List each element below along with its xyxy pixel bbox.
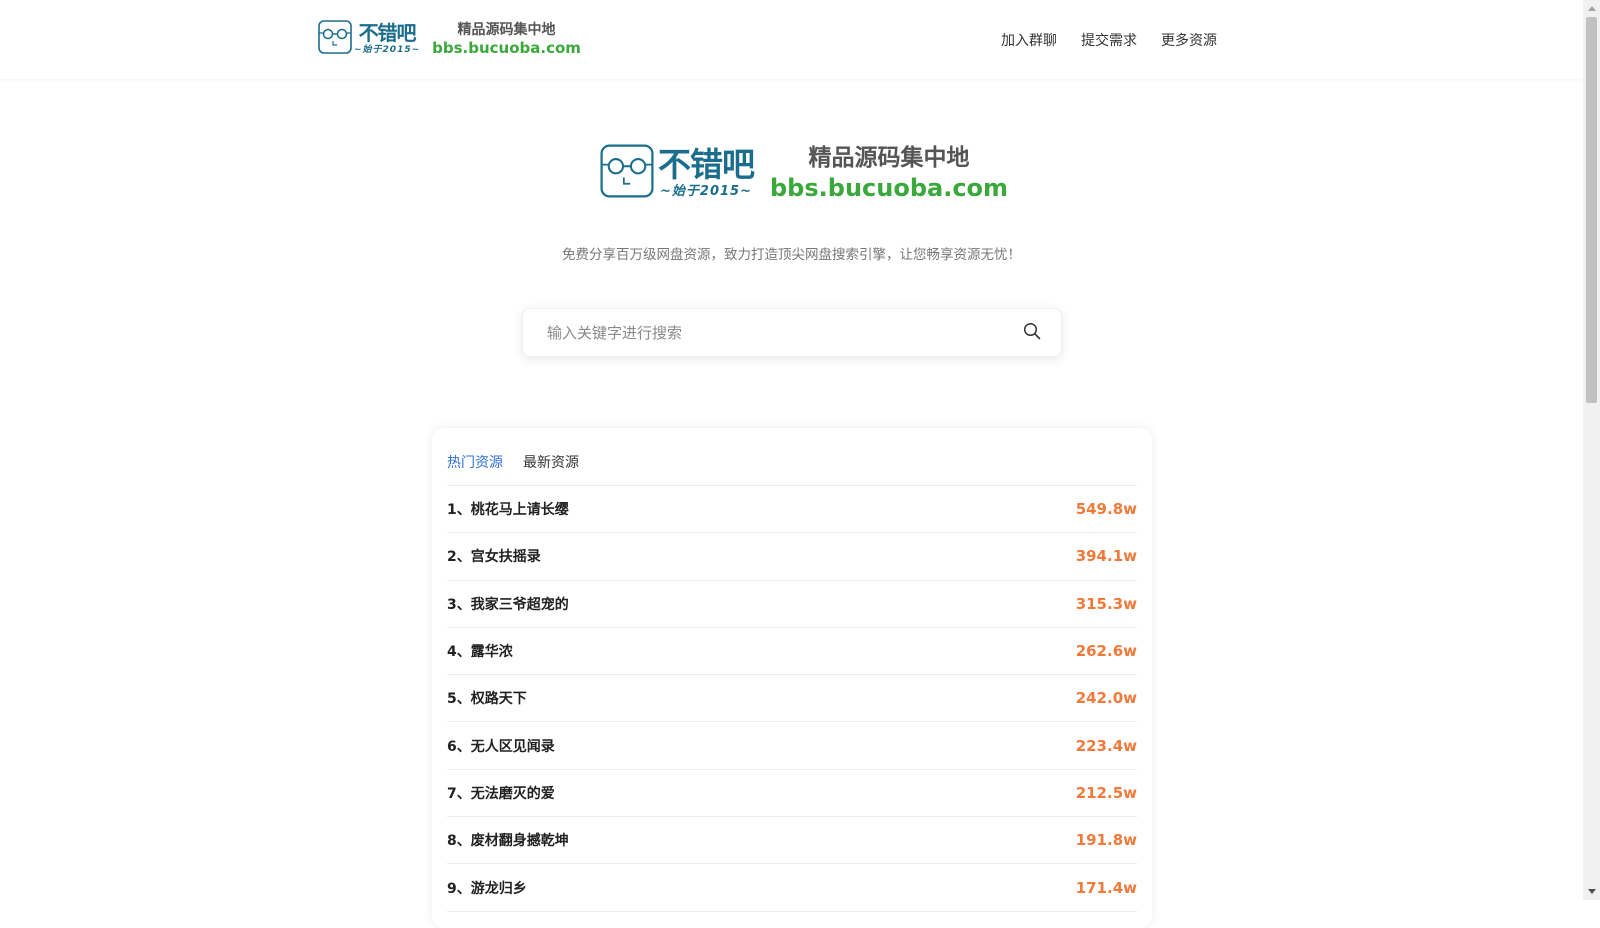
list-item[interactable]: 3、我家三爷超宠的 315.3w: [447, 581, 1137, 628]
logo-since: ~始于2015~: [354, 45, 421, 55]
item-count: 242.0w: [1075, 689, 1137, 708]
list-item[interactable]: 4、露华浓 262.6w: [447, 628, 1137, 676]
item-count: 549.8w: [1075, 500, 1137, 519]
hero-tagline: 精品源码集中地: [808, 144, 970, 171]
nav-join-group[interactable]: 加入群聊: [1001, 30, 1057, 50]
hero-wordmark: 不错吧: [658, 145, 755, 184]
resource-tabs: 热门资源 最新资源: [447, 452, 579, 472]
list-item[interactable]: 1、桃花马上请长缨 549.8w: [447, 486, 1137, 534]
item-title[interactable]: 8、废材翻身撼乾坤: [447, 830, 569, 850]
item-count: 223.4w: [1075, 736, 1137, 755]
site-slogan: 免费分享百万级网盘资源，致力打造顶尖网盘搜索引擎，让您畅享资源无忧！: [562, 247, 1021, 263]
item-title[interactable]: 5、权路天下: [447, 688, 527, 708]
item-title[interactable]: 4、露华浓: [447, 641, 513, 661]
item-title[interactable]: 6、无人区见闻录: [447, 736, 555, 756]
header-logo[interactable]: 不错吧 ~始于2015~ 精品源码集中地 bbs.bucuoba.com: [318, 20, 581, 58]
logo-wordmark: 不错吧: [358, 21, 417, 45]
hero-since: ~始于2015~: [660, 184, 752, 199]
ranking-list: 1、桃花马上请长缨 549.8w 2、宫女扶摇录 394.1w 3、我家三爷超宠…: [447, 486, 1137, 912]
item-count: 315.3w: [1075, 594, 1137, 613]
item-title[interactable]: 2、宫女扶摇录: [447, 546, 541, 566]
item-title[interactable]: 9、游龙归乡: [447, 878, 527, 898]
logo-glasses-icon: [600, 144, 654, 202]
page-scrollbar[interactable]: [1583, 0, 1600, 900]
list-item[interactable]: 7、无法磨灭的爱 212.5w: [447, 770, 1137, 818]
scroll-down-arrow-icon[interactable]: [1583, 883, 1600, 900]
list-item[interactable]: 8、废材翻身撼乾坤 191.8w: [447, 817, 1137, 865]
search-input[interactable]: [523, 309, 1003, 356]
header-nav: 加入群聊 提交需求 更多资源: [1001, 30, 1217, 50]
item-title[interactable]: 3、我家三爷超宠的: [447, 594, 569, 614]
tab-latest-resources[interactable]: 最新资源: [523, 452, 579, 472]
list-item[interactable]: 5、权路天下 242.0w: [447, 675, 1137, 723]
logo-tagline: 精品源码集中地: [457, 21, 556, 38]
logo-glasses-icon: [318, 20, 352, 58]
list-item[interactable]: 9、游龙归乡 171.4w: [447, 864, 1137, 912]
scrollbar-thumb[interactable]: [1586, 17, 1597, 403]
list-item[interactable]: 2、宫女扶摇录 394.1w: [447, 533, 1137, 581]
item-count: 171.4w: [1075, 878, 1137, 897]
item-title[interactable]: 7、无法磨灭的爱: [447, 783, 555, 803]
scroll-up-arrow-icon[interactable]: [1583, 0, 1600, 17]
item-count: 191.8w: [1075, 831, 1137, 850]
nav-submit-request[interactable]: 提交需求: [1081, 30, 1137, 50]
list-item[interactable]: 6、无人区见闻录 223.4w: [447, 722, 1137, 770]
search-box: [522, 308, 1062, 357]
search-icon: [1023, 322, 1041, 344]
item-count: 262.6w: [1075, 642, 1137, 661]
resource-card: 热门资源 最新资源 1、桃花马上请长缨 549.8w 2、宫女扶摇录 394.1…: [432, 428, 1152, 928]
hero-logo: 不错吧 ~始于2015~ 精品源码集中地 bbs.bucuoba.com: [600, 144, 1008, 202]
item-count: 394.1w: [1075, 547, 1137, 566]
nav-more-resources[interactable]: 更多资源: [1161, 30, 1217, 50]
search-button[interactable]: [1003, 309, 1061, 356]
item-count: 212.5w: [1075, 783, 1137, 802]
top-header: 不错吧 ~始于2015~ 精品源码集中地 bbs.bucuoba.com 加入群…: [0, 0, 1583, 79]
tab-hot-resources[interactable]: 热门资源: [447, 452, 503, 472]
hero-url: bbs.bucuoba.com: [770, 173, 1009, 202]
item-title[interactable]: 1、桃花马上请长缨: [447, 499, 569, 519]
logo-url: bbs.bucuoba.com: [432, 38, 581, 57]
